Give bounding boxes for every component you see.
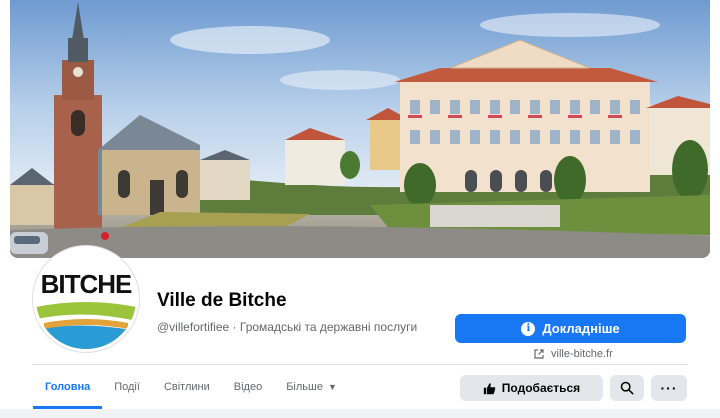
info-icon: i	[521, 321, 536, 336]
more-info-button[interactable]: i Докладніше	[455, 314, 686, 343]
external-link-icon	[534, 349, 544, 359]
like-button[interactable]: Подобається	[460, 375, 603, 401]
logo-text: BITCHE	[41, 269, 132, 299]
bitche-logo: BITCHE	[36, 249, 136, 349]
facebook-page-header: BITCHE Ville de Bitche @villefortifiee ·…	[0, 0, 720, 418]
tab-home[interactable]: Головна	[33, 365, 103, 409]
tab-photos[interactable]: Світлини	[152, 365, 222, 409]
tab-events-label: Події	[114, 381, 140, 393]
tab-videos[interactable]: Відео	[222, 365, 274, 409]
cover-photo-image	[10, 0, 710, 258]
search-button[interactable]	[610, 375, 644, 401]
page-tabs: Головна Події Світлини Відео Більше ▼	[33, 365, 349, 409]
tab-more-label: Більше	[286, 381, 323, 393]
profile-avatar[interactable]: BITCHE	[33, 246, 139, 352]
caret-down-icon: ▼	[327, 382, 337, 392]
tab-more[interactable]: Більше ▼	[274, 365, 349, 409]
more-info-label: Докладніше	[542, 321, 620, 336]
page-title: Ville de Bitche	[157, 290, 287, 311]
more-dots-icon: ···	[660, 380, 678, 396]
page-handle-category: @villefortifiee · Громадські та державні…	[157, 320, 418, 334]
website-link[interactable]: ville-bitche.fr	[533, 348, 613, 360]
thumbs-up-icon	[483, 382, 496, 394]
cover-photo[interactable]	[10, 0, 710, 258]
website-label: ville-bitche.fr	[551, 348, 613, 360]
tab-videos-label: Відео	[233, 381, 263, 393]
search-icon	[620, 381, 634, 395]
tab-home-label: Головна	[45, 381, 91, 393]
tab-photos-label: Світлини	[163, 381, 210, 393]
tab-events[interactable]: Події	[102, 365, 152, 409]
more-options-button[interactable]: ···	[651, 375, 687, 401]
page-background-strip	[0, 409, 720, 418]
like-label: Подобається	[501, 381, 581, 395]
